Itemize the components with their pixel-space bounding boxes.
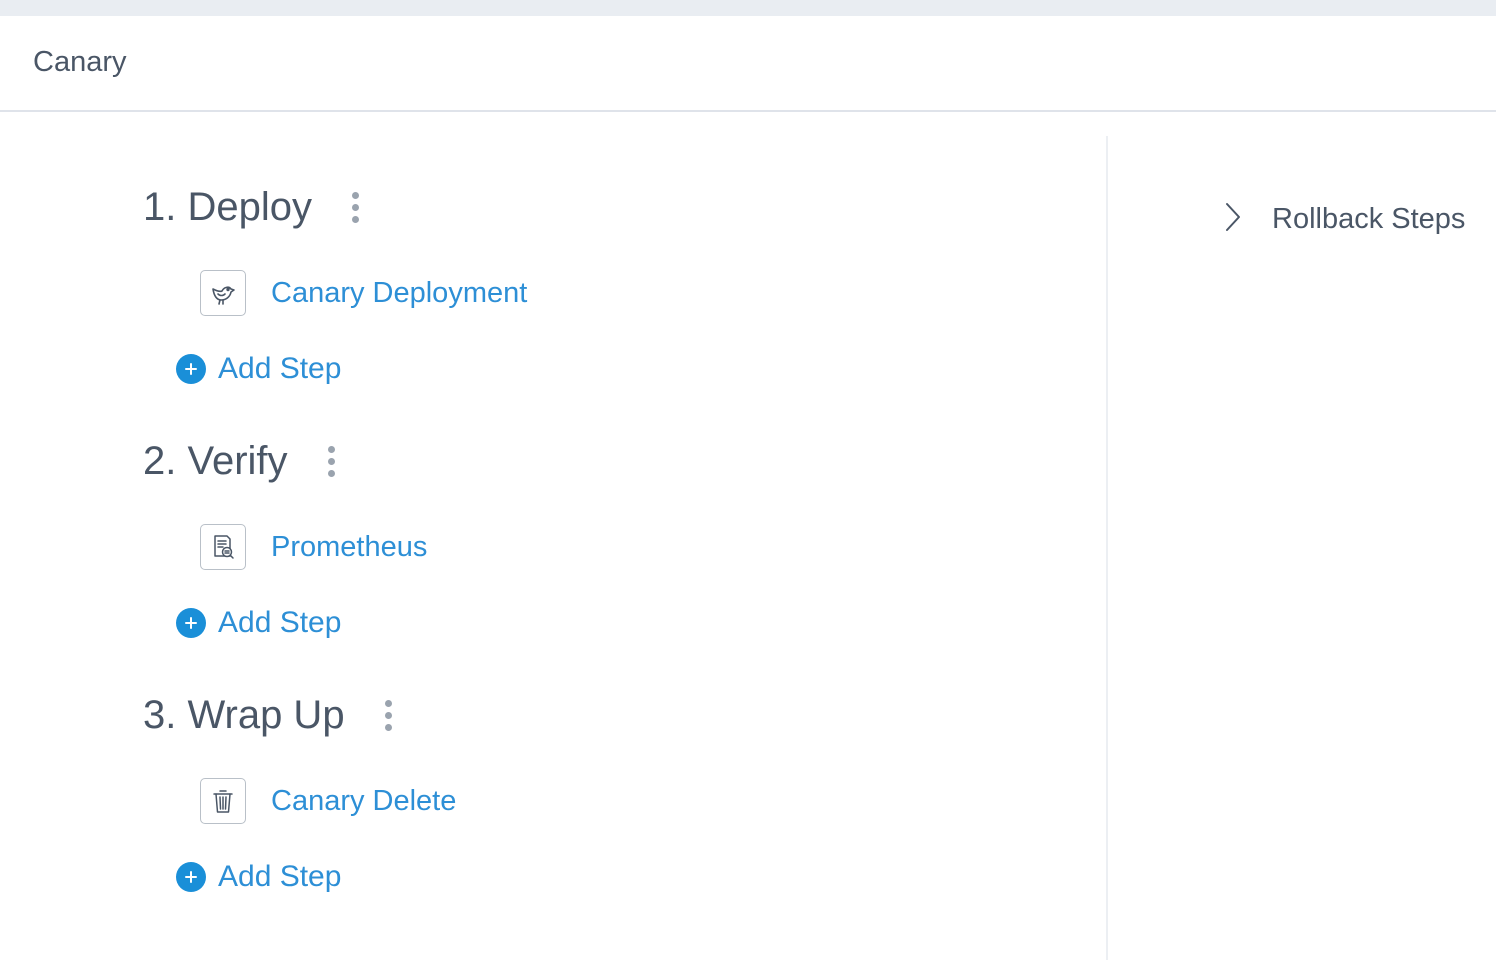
step-label: Canary Deployment xyxy=(271,276,528,309)
plus-circle-icon xyxy=(176,862,206,892)
canary-bird-icon xyxy=(200,270,246,316)
plus-circle-icon xyxy=(176,354,206,384)
section-header-deploy: 1. Deploy xyxy=(143,184,368,230)
section-header-wrap-up: 3. Wrap Up xyxy=(143,692,401,738)
add-step-label: Add Step xyxy=(218,606,342,639)
add-step-button[interactable]: Add Step xyxy=(176,352,341,386)
add-step-button[interactable]: Add Step xyxy=(176,606,341,640)
section-title: 1. Deploy xyxy=(143,184,312,229)
section-menu-kebab-icon[interactable] xyxy=(344,187,368,227)
step-label: Prometheus xyxy=(271,530,428,563)
step-canary-delete[interactable]: Canary Delete xyxy=(200,777,456,825)
section-menu-kebab-icon[interactable] xyxy=(377,695,401,735)
top-strip xyxy=(0,0,1496,16)
chevron-right-icon xyxy=(1222,200,1244,239)
section-menu-kebab-icon[interactable] xyxy=(320,441,344,481)
rollback-steps-label: Rollback Steps xyxy=(1272,202,1466,235)
step-label: Canary Delete xyxy=(271,784,457,817)
step-prometheus[interactable]: Prometheus xyxy=(200,523,427,571)
page-title: Canary xyxy=(33,46,127,78)
plus-circle-icon xyxy=(176,608,206,638)
add-step-label: Add Step xyxy=(218,860,342,893)
section-header-verify: 2. Verify xyxy=(143,438,344,484)
add-step-label: Add Step xyxy=(218,352,342,385)
step-canary-deployment[interactable]: Canary Deployment xyxy=(200,269,527,317)
workflow-phases xyxy=(0,114,1106,960)
document-search-icon xyxy=(200,524,246,570)
section-title: 2. Verify xyxy=(143,438,288,483)
section-title: 3. Wrap Up xyxy=(143,692,345,737)
rollback-steps-toggle[interactable]: Rollback Steps xyxy=(1222,196,1465,242)
page-header: Canary xyxy=(0,16,1496,112)
add-step-button[interactable]: Add Step xyxy=(176,860,341,894)
trash-icon xyxy=(200,778,246,824)
panel-divider xyxy=(1106,136,1108,960)
